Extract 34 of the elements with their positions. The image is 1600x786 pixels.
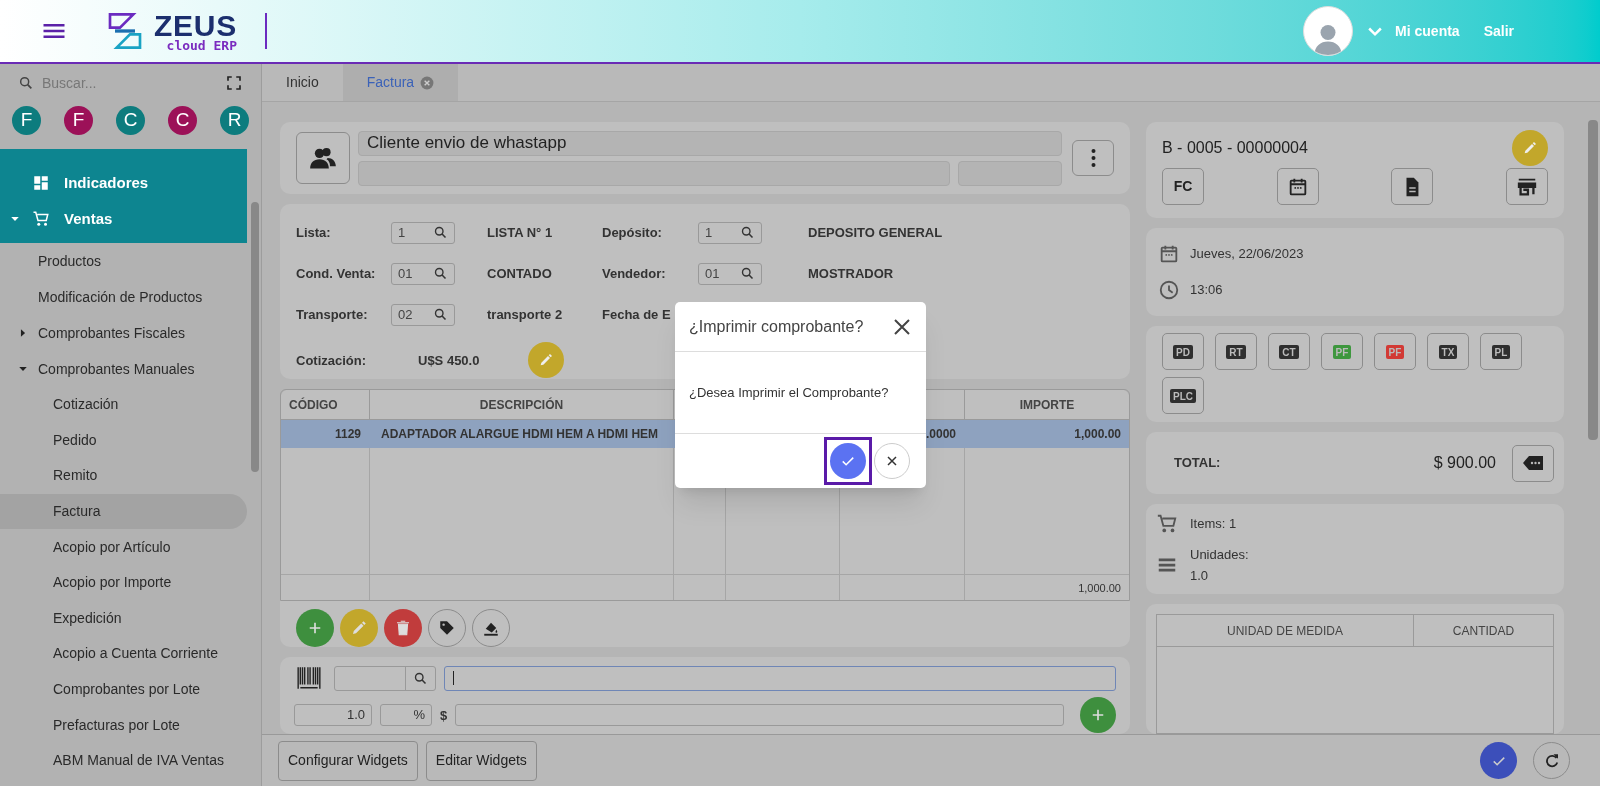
field-label: Transporte:: [296, 306, 369, 325]
units-label: Unidades:: [1190, 545, 1249, 564]
units-value: 1.0: [1190, 567, 1210, 585]
field-label: Cotización:: [296, 351, 368, 370]
table-cell: ADAPTADOR ALARGUE HDMI HEM A HDMI HEM: [369, 420, 673, 449]
field-label: Vendedor:: [602, 265, 667, 284]
time-text: 13:06: [1190, 281, 1223, 300]
voucher-number: B - 0005 - 00000004: [1162, 138, 1308, 158]
total-label: TOTAL:: [1174, 454, 1221, 473]
table-total: 1,000.00: [964, 574, 1129, 601]
column-header: UNIDAD DE MEDIDA: [1157, 615, 1413, 647]
table-cell: 1129: [281, 420, 369, 449]
date-text: Jueves, 22/06/2023: [1190, 245, 1304, 264]
field-label: Fecha de E: [602, 306, 672, 325]
currency-label: $: [440, 706, 448, 725]
field-label: Lista:: [296, 224, 332, 243]
brand-name: ZEUS: [154, 10, 237, 41]
column-header: CANTIDAD: [1413, 615, 1553, 647]
dialog-message: ¿Desea Imprimir el Comprobante?: [689, 383, 889, 402]
field-value: CONTADO: [487, 265, 552, 284]
dialog-title: ¿Imprimir comprobante?: [689, 316, 864, 337]
total-value: $ 900.00: [1433, 453, 1496, 473]
field-label: Depósito:: [602, 224, 663, 243]
field-label: Cond. Venta:: [296, 265, 377, 284]
nav-item-label: Ventas: [64, 208, 113, 229]
field-value: LISTA N° 1: [487, 224, 553, 243]
field-value: MOSTRADOR: [808, 265, 894, 284]
items-count: Items: 1: [1190, 514, 1237, 533]
field-value: DEPOSITO GENERAL: [808, 224, 943, 243]
table-cell: 1,000.00: [964, 420, 1129, 449]
brand-tagline: cloud ERP: [166, 38, 237, 52]
field-value: U$S 450.0: [418, 351, 481, 370]
nav-item-label: Indicadores: [64, 172, 149, 193]
field-value: transporte 2: [487, 306, 563, 325]
